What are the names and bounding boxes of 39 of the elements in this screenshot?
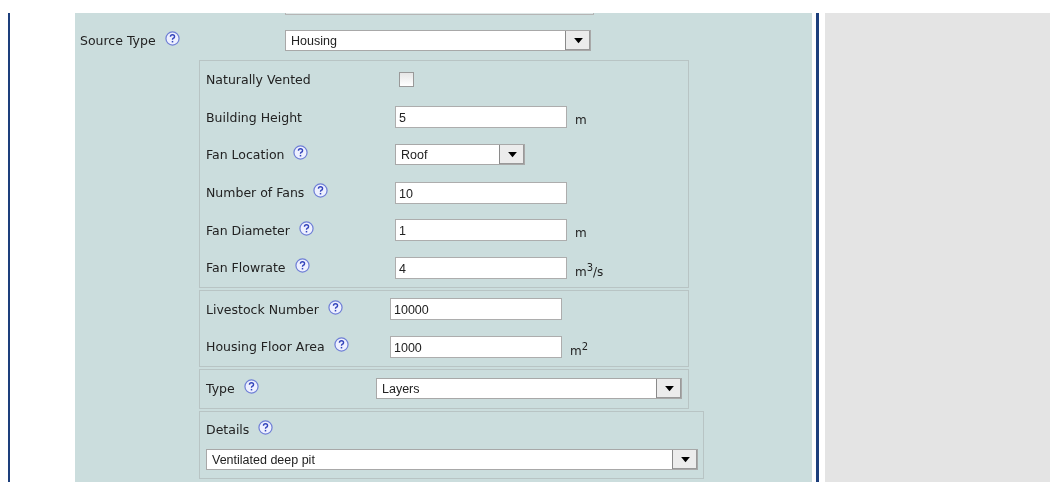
- help-icon[interactable]: [293, 145, 309, 161]
- help-icon[interactable]: [243, 379, 259, 395]
- caret-icon: [679, 455, 691, 463]
- unit-label: m$^{3}$/s: [575, 262, 604, 280]
- dropdown-field[interactable]: Housing: [285, 29, 591, 51]
- field-label: Fan Flowrate: [206, 260, 286, 276]
- field-label: Number of Fans: [206, 185, 305, 201]
- field-label: Housing Floor Area: [206, 339, 325, 355]
- caret-icon: [572, 36, 584, 44]
- unit-label: m$^{2}$: [570, 341, 589, 359]
- field-label: Naturally Vented: [206, 72, 311, 88]
- input-field[interactable]: 10000: [390, 298, 562, 321]
- input-field[interactable]: 5: [395, 106, 567, 129]
- field-label: Livestock Number: [206, 301, 319, 317]
- unit-label: m: [575, 226, 587, 241]
- help-icon[interactable]: [164, 30, 180, 46]
- help-icon[interactable]: [313, 183, 329, 199]
- field-label: Details: [206, 421, 250, 437]
- caret-icon: [663, 385, 675, 393]
- checkbox[interactable]: [399, 72, 414, 88]
- help-icon[interactable]: [327, 299, 343, 315]
- help-icon[interactable]: [333, 337, 349, 353]
- input-field[interactable]: 10: [395, 181, 567, 204]
- input-field[interactable]: 4: [395, 256, 567, 279]
- field-label: Building Height: [206, 109, 302, 125]
- input-field[interactable]: 1: [395, 219, 567, 242]
- dropdown-field[interactable]: Layers: [376, 378, 682, 400]
- unit-label: m: [575, 113, 587, 128]
- dropdown-field[interactable]: Roof: [395, 144, 525, 166]
- field-label: Fan Location: [206, 147, 285, 163]
- field-label: Fan Diameter: [206, 222, 290, 238]
- input-field[interactable]: 1000: [390, 335, 562, 358]
- help-icon[interactable]: [298, 220, 314, 236]
- dropdown-field[interactable]: Ventilated deep pit: [206, 448, 698, 470]
- field-label: Type: [206, 381, 235, 397]
- field-label: Source Type: [80, 32, 156, 48]
- help-icon[interactable]: [258, 419, 274, 435]
- caret-icon: [506, 151, 518, 159]
- help-icon[interactable]: [294, 258, 310, 274]
